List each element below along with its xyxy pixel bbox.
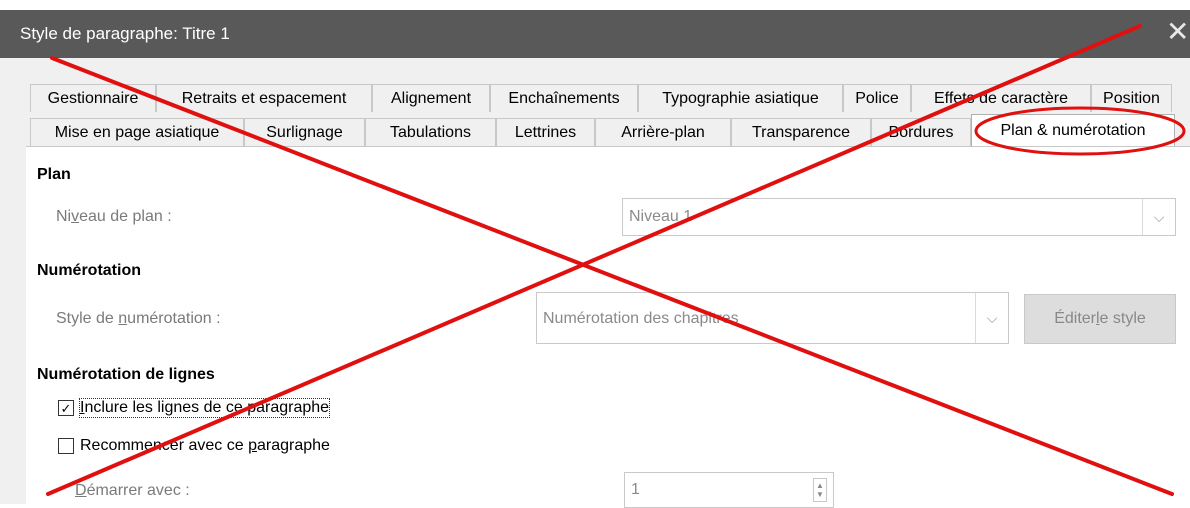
- cross-line-2: [46, 24, 1142, 496]
- annotation-overlay: [46, 24, 1186, 496]
- annotation-ellipse: [974, 106, 1186, 156]
- cross-line-1: [50, 56, 1174, 496]
